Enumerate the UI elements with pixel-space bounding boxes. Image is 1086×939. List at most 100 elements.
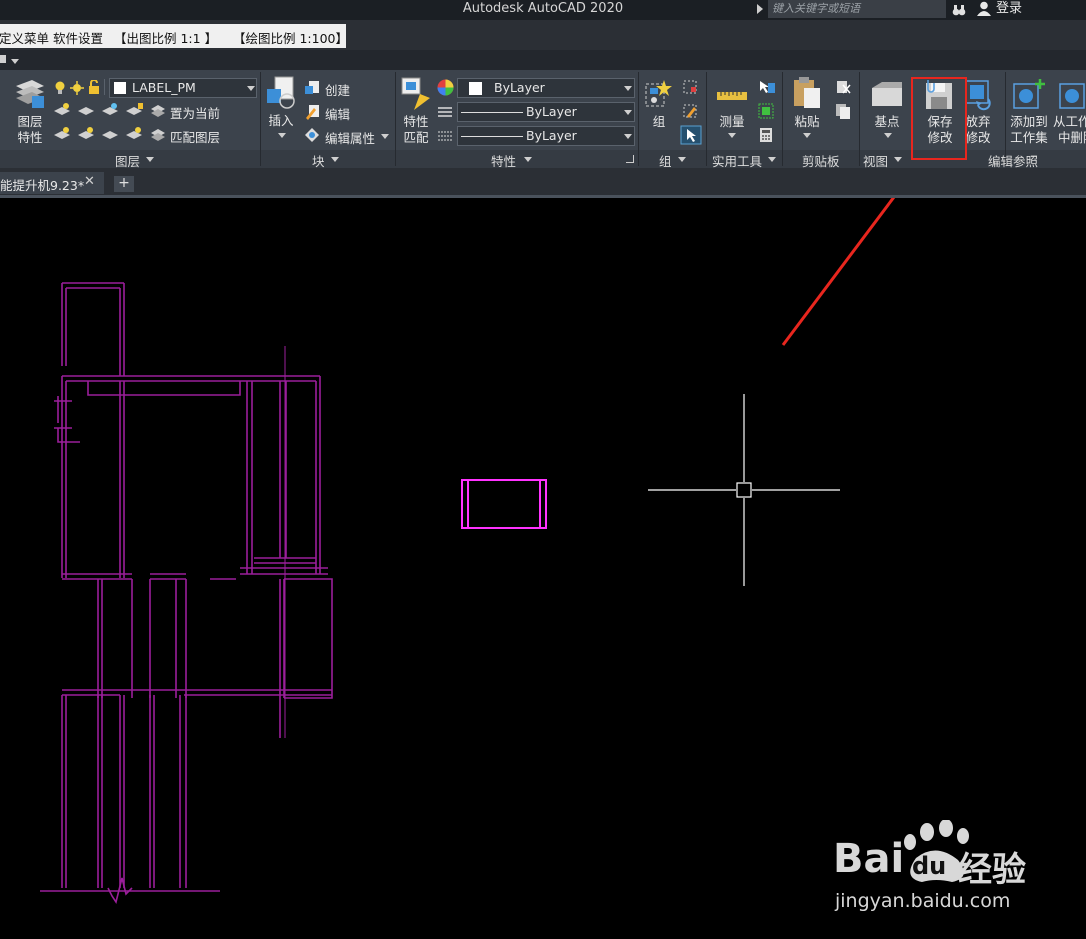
chevron-down-icon[interactable] — [524, 157, 532, 162]
match-properties-icon[interactable] — [400, 76, 434, 112]
group-button-label[interactable]: 组 — [644, 114, 674, 130]
match-props-label-2[interactable]: 匹配 — [397, 130, 435, 146]
highlight-box — [911, 77, 967, 160]
menu-item-custom[interactable]: 定义菜单 — [0, 28, 49, 47]
sun-icon[interactable] — [70, 80, 84, 95]
floor-plan-drawing — [40, 282, 333, 904]
new-tab-button[interactable]: + — [114, 176, 134, 192]
chevron-down-icon[interactable] — [768, 157, 776, 162]
chevron-down-icon[interactable] — [331, 157, 339, 162]
line-sample — [461, 112, 523, 113]
menu-item-plot-scale[interactable]: 【出图比例 1:1 】 — [114, 28, 217, 47]
insert-block-icon[interactable] — [265, 75, 297, 111]
color-wheel-icon[interactable] — [437, 79, 454, 96]
file-tab-title: 能提升机9.23* — [0, 178, 85, 193]
white-square-icon — [114, 82, 126, 94]
cut-icon[interactable] — [835, 79, 851, 95]
group-select-icon[interactable] — [680, 125, 702, 145]
selected-rectangle[interactable] — [461, 479, 547, 529]
watermark-url: jingyan.baidu.com — [835, 890, 1011, 912]
menu-item-draw-scale[interactable]: 【绘图比例 1:100】 — [233, 28, 348, 47]
close-icon[interactable]: ✕ — [84, 174, 95, 189]
search-input[interactable]: 键入关键字或短语 — [768, 0, 946, 18]
layer-color-swatch — [104, 79, 105, 95]
lineweight-dropdown[interactable]: ByLayer — [457, 126, 635, 146]
separator — [638, 72, 639, 166]
login-button[interactable]: 登录 — [996, 0, 1022, 18]
chevron-down-icon[interactable] — [278, 133, 286, 138]
add-to-workset-label-1[interactable]: 添加到 — [1008, 114, 1050, 130]
edit-block-icon[interactable] — [304, 104, 320, 120]
linetype-icon[interactable] — [437, 104, 453, 118]
remove-from-workset-icon[interactable] — [1058, 78, 1086, 110]
chevron-down-icon — [247, 86, 255, 91]
layer-props-label-1: 图层 — [17, 114, 43, 129]
group-icon[interactable] — [644, 78, 674, 112]
brand-latin: Bai — [833, 836, 905, 882]
paste-icon[interactable] — [792, 76, 822, 110]
measure-label[interactable]: 测量 — [713, 114, 751, 130]
ungroup-icon[interactable] — [682, 79, 698, 95]
base-point-label[interactable]: 基点 — [867, 114, 907, 130]
unlock-icon[interactable] — [88, 79, 100, 94]
group-edit-icon[interactable] — [682, 103, 698, 119]
copy-icon[interactable] — [835, 103, 851, 119]
lineweight-value: ByLayer — [526, 128, 577, 143]
set-current-icon[interactable] — [150, 102, 166, 118]
chevron-down-icon[interactable] — [728, 133, 736, 138]
layer-dropdown[interactable]: LABEL_PM — [109, 78, 257, 98]
user-icon[interactable] — [977, 1, 991, 16]
match-layer-icon[interactable] — [150, 126, 166, 142]
lineweight-icon[interactable] — [437, 128, 453, 142]
select-all-icon[interactable] — [758, 103, 774, 119]
chevron-down-icon[interactable] — [803, 133, 811, 138]
remove-from-workset-label-1[interactable]: 从工作 — [1053, 114, 1086, 130]
calculator-icon[interactable] — [759, 127, 773, 143]
chevron-down-icon[interactable] — [381, 134, 389, 139]
chevron-down-icon[interactable] — [678, 157, 686, 162]
add-to-workset-label-2[interactable]: 工作集 — [1008, 130, 1050, 146]
chevron-down-icon[interactable] — [884, 133, 892, 138]
discard-changes-icon[interactable] — [964, 79, 994, 111]
quick-access-strip — [0, 50, 1086, 70]
create-block-icon[interactable] — [304, 80, 320, 96]
match-layer-button[interactable]: 匹配图层 — [170, 127, 220, 146]
measure-icon[interactable] — [716, 88, 748, 102]
separator — [260, 72, 261, 166]
add-to-workset-icon[interactable] — [1012, 78, 1046, 110]
white-square-icon — [469, 82, 482, 95]
base-point-icon[interactable] — [870, 80, 904, 108]
insert-label[interactable]: 插入 — [262, 113, 300, 129]
paste-label[interactable]: 粘贴 — [788, 114, 826, 130]
brand-cn: 经验 — [958, 850, 1026, 890]
color-value: ByLayer — [494, 80, 545, 95]
linetype-dropdown[interactable]: ByLayer — [457, 102, 635, 122]
set-current-button[interactable]: 置为当前 — [170, 103, 220, 122]
binoculars-icon[interactable] — [952, 2, 966, 16]
chevron-down-icon — [624, 110, 632, 115]
panel-launcher-icon[interactable] — [626, 155, 634, 163]
edit-button[interactable]: 编辑 — [325, 104, 350, 123]
separator — [706, 72, 707, 166]
chevron-down-icon — [624, 86, 632, 91]
color-dropdown[interactable]: ByLayer — [457, 78, 635, 98]
arrow-right-icon[interactable] — [757, 4, 763, 14]
separator — [859, 72, 860, 166]
quick-select-icon[interactable] — [758, 79, 776, 95]
chevron-down-icon — [624, 134, 632, 139]
brand-latin-2: du — [912, 852, 947, 880]
match-props-label-1[interactable]: 特性 — [397, 114, 435, 130]
edit-attribute-button[interactable]: 编辑属性 — [325, 128, 375, 147]
chevron-down-icon[interactable] — [894, 157, 902, 162]
edit-attribute-icon[interactable] — [304, 127, 320, 143]
create-button[interactable]: 创建 — [325, 80, 350, 99]
workspace-icon[interactable] — [0, 55, 6, 63]
layer-properties-icon[interactable] — [12, 78, 46, 110]
chevron-down-icon[interactable] — [11, 59, 19, 64]
menu-item-settings[interactable]: 软件设置 — [53, 28, 103, 47]
line-sample — [461, 136, 523, 137]
remove-from-workset-label-2[interactable]: 中删除 — [1058, 130, 1086, 146]
chevron-down-icon[interactable] — [146, 157, 154, 162]
linetype-value: ByLayer — [526, 104, 577, 119]
bulb-icon[interactable] — [54, 80, 66, 94]
